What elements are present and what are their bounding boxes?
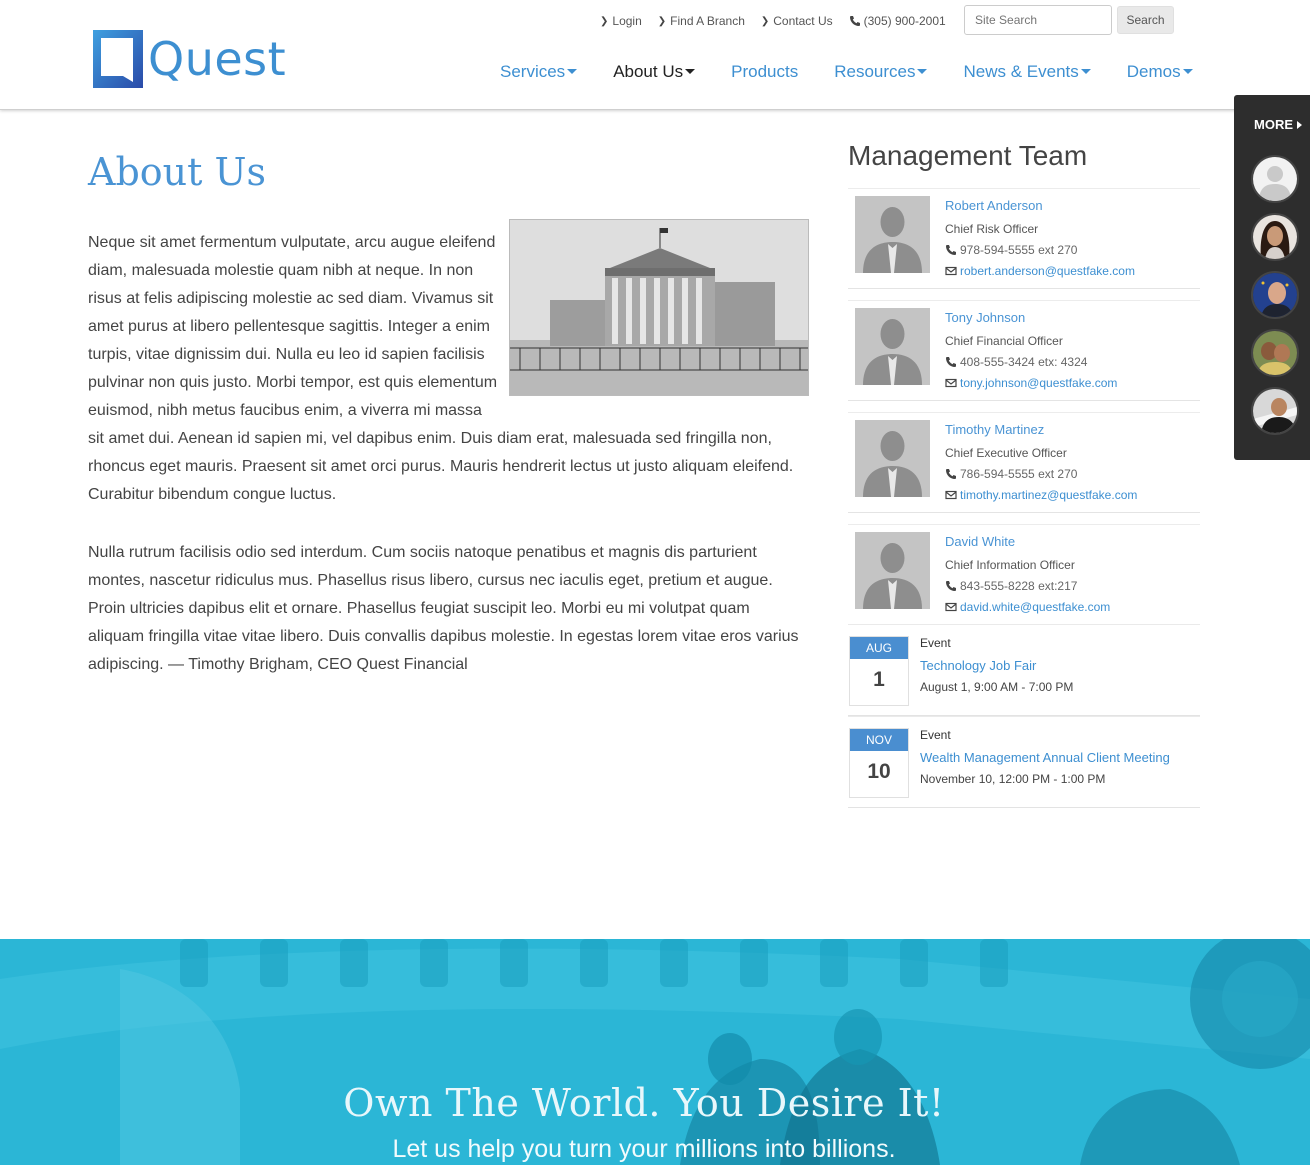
caret-down-icon [685,68,696,74]
event-title[interactable]: Technology Job Fair [920,658,1036,673]
page-title: About Us [88,150,266,194]
event-day: 1 [873,668,885,691]
nav-products[interactable]: Products [731,62,798,82]
event-day: 10 [867,760,891,783]
event-time: August 1, 9:00 AM - 7:00 PM [920,680,1074,694]
member-role: Chief Information Officer [945,558,1075,572]
team-member: David White Chief Information Officer 84… [848,524,1200,625]
member-email[interactable]: david.white@questfake.com [945,600,1110,614]
nav-resources[interactable]: Resources [834,62,928,82]
nav-about-us[interactable]: About Us [613,62,696,82]
team-member: Robert Anderson Chief Risk Officer 978-5… [848,188,1200,289]
envelope-icon [945,602,957,612]
member-phone: 978-594-5555 ext 270 [945,243,1077,257]
site-header: Quest ❯ Login ❯ Find A Branch ❯ Contact Us … [0,0,1310,110]
hero-subtitle: Let us help you turn your millions into … [392,1135,896,1163]
event-item: AUG 1 Event Technology Job Fair August 1… [848,624,1200,716]
team-list: Robert Anderson Chief Risk Officer 978-5… [848,188,1200,625]
member-phone: 843-555-8228 ext:217 [945,579,1077,593]
event-month: NOV [850,729,908,751]
events-list: AUG 1 Event Technology Job Fair August 1… [848,624,1200,808]
member-name[interactable]: David White [945,534,1015,549]
phone-icon [849,16,860,26]
caret-down-icon [567,68,578,74]
find-branch-link[interactable]: ❯ Find A Branch [658,14,745,28]
event-type: Event [920,728,951,742]
logo-text: Quest [148,32,287,86]
member-avatar [855,420,930,497]
event-date: NOV 10 [849,728,909,798]
main-nav: Services About Us Products Resources New… [500,62,1229,82]
event-time: November 10, 12:00 PM - 1:00 PM [920,772,1106,786]
login-link[interactable]: ❯ Login [600,14,642,28]
chevron-right-icon: ❯ [657,15,667,27]
envelope-icon [945,378,957,388]
envelope-icon [945,266,957,276]
hero-banner: Own The World. You Desire It! Let us hel… [0,939,1310,1165]
site-search-input[interactable] [964,5,1112,35]
phone-icon [946,581,956,591]
event-item: NOV 10 Event Wealth Management Annual Cl… [848,716,1200,808]
chevron-right-icon: ❯ [760,15,770,27]
member-avatar [855,196,930,273]
about-paragraph-1: Neque sit amet fermentum vulputate, arcu… [88,229,810,509]
member-phone: 786-594-5555 ext 270 [945,467,1077,481]
avatar[interactable] [1251,387,1299,435]
hero-title: Own The World. You Desire It! [343,1081,945,1125]
member-name[interactable]: Tony Johnson [945,310,1025,325]
contact-us-link[interactable]: ❯ Contact Us [761,14,833,28]
avatar[interactable] [1251,271,1299,319]
header-phone[interactable]: (305) 900-2001 [849,14,946,28]
utility-nav: ❯ Login ❯ Find A Branch ❯ Contact Us (305) … [600,14,946,28]
caret-down-icon [917,68,928,74]
avatar[interactable] [1251,329,1299,377]
member-email[interactable]: timothy.martinez@questfake.com [945,488,1137,502]
nav-demos[interactable]: Demos [1127,62,1193,82]
search-button[interactable]: Search [1117,6,1174,34]
nav-news-events[interactable]: News & Events [963,62,1091,82]
logo-mark-icon [93,30,143,88]
logo[interactable]: Quest [93,30,286,88]
chevron-right-icon: ❯ [600,15,609,27]
phone-icon [946,357,956,367]
member-email[interactable]: robert.anderson@questfake.com [945,264,1135,278]
event-type: Event [920,636,951,650]
image-float-spacer [498,229,810,411]
event-date: AUG 1 [849,636,909,706]
member-avatar [855,308,930,385]
member-role: Chief Executive Officer [945,446,1067,460]
caret-down-icon [1182,68,1193,74]
more-panel: MORE [1234,95,1310,460]
event-title[interactable]: Wealth Management Annual Client Meeting [920,750,1170,765]
member-role: Chief Risk Officer [945,222,1039,236]
caret-right-icon [1297,120,1302,129]
management-team-title: Management Team [848,140,1088,171]
envelope-icon [945,490,957,500]
member-role: Chief Financial Officer [945,334,1063,348]
phone-icon [946,469,956,479]
more-toggle[interactable]: MORE [1254,117,1302,132]
avatar[interactable] [1251,155,1299,203]
member-phone: 408-555-3424 etx: 4324 [945,355,1087,369]
phone-icon [946,245,956,255]
member-email[interactable]: tony.johnson@questfake.com [945,376,1117,390]
avatar[interactable] [1251,213,1299,261]
caret-down-icon [1080,68,1091,74]
about-paragraph-2: Nulla rutrum facilisis odio sed interdum… [88,544,799,673]
hero-background-image [0,939,1310,1165]
team-member: Tony Johnson Chief Financial Officer 408… [848,300,1200,401]
team-member: Timothy Martinez Chief Executive Officer… [848,412,1200,513]
member-name[interactable]: Robert Anderson [945,198,1043,213]
member-avatar [855,532,930,609]
event-month: AUG [850,637,908,659]
nav-services[interactable]: Services [500,62,578,82]
member-name[interactable]: Timothy Martinez [945,422,1044,437]
